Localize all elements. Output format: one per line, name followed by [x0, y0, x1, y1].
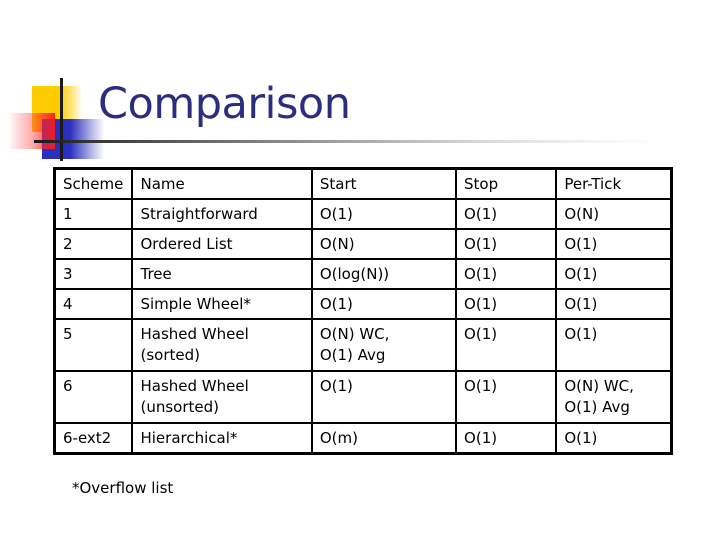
cell-per-tick: O(N)	[555, 198, 673, 230]
cell-start: O(log(N))	[310, 258, 458, 290]
header-per-tick: Per-Tick	[555, 167, 673, 200]
cell-start: O(1)	[310, 198, 458, 230]
cell-per-tick: O(1)	[555, 318, 673, 372]
cell-name: Tree	[131, 258, 313, 290]
cell-name: Ordered List	[131, 228, 313, 260]
table-row: 2 Ordered List O(N) O(1) O(1)	[53, 228, 673, 260]
cell-name: Hashed Wheel (unsorted)	[131, 370, 313, 424]
table-row: 1 Straightforward O(1) O(1) O(N)	[53, 198, 673, 230]
cell-per-tick: O(1)	[555, 258, 673, 290]
cell-name: Simple Wheel*	[131, 288, 313, 320]
cell-start: O(1)	[310, 370, 458, 424]
cell-stop: O(1)	[455, 228, 558, 260]
comparison-table: Scheme Name Start Stop Per-Tick 1 Straig…	[53, 167, 673, 455]
cell-name: Hierarchical*	[131, 422, 313, 455]
logo-vertical-line	[60, 78, 63, 161]
slide-title: Comparison	[98, 79, 351, 129]
cell-stop: O(1)	[455, 318, 558, 372]
table-row: 6 Hashed Wheel (unsorted) O(1) O(1) O(N)…	[53, 370, 673, 424]
cell-start: O(N) WC, O(1) Avg	[310, 318, 458, 372]
table-row: 3 Tree O(log(N)) O(1) O(1)	[53, 258, 673, 290]
cell-start: O(m)	[310, 422, 458, 455]
cell-per-tick: O(1)	[555, 288, 673, 320]
cell-scheme: 1	[53, 198, 134, 230]
cell-start: O(N)	[310, 228, 458, 260]
cell-scheme: 4	[53, 288, 134, 320]
cell-stop: O(1)	[455, 258, 558, 290]
cell-stop: O(1)	[455, 370, 558, 424]
header-scheme: Scheme	[53, 167, 134, 200]
cell-stop: O(1)	[455, 422, 558, 455]
header-stop: Stop	[455, 167, 558, 200]
cell-scheme: 6-ext2	[53, 422, 134, 455]
table-header-row: Scheme Name Start Stop Per-Tick	[53, 167, 673, 200]
cell-name: Hashed Wheel (sorted)	[131, 318, 313, 372]
cell-stop: O(1)	[455, 288, 558, 320]
table-row: 6-ext2 Hierarchical* O(m) O(1) O(1)	[53, 422, 673, 455]
cell-scheme: 6	[53, 370, 134, 424]
cell-scheme: 3	[53, 258, 134, 290]
cell-scheme: 2	[53, 228, 134, 260]
title-underline	[34, 140, 664, 143]
cell-name: Straightforward	[131, 198, 313, 230]
cell-per-tick: O(N) WC, O(1) Avg	[555, 370, 673, 424]
cell-start: O(1)	[310, 288, 458, 320]
table-row: 4 Simple Wheel* O(1) O(1) O(1)	[53, 288, 673, 320]
header-name: Name	[131, 167, 313, 200]
cell-per-tick: O(1)	[555, 228, 673, 260]
cell-stop: O(1)	[455, 198, 558, 230]
cell-scheme: 5	[53, 318, 134, 372]
footnote: *Overflow list	[72, 479, 174, 497]
header-start: Start	[310, 167, 458, 200]
table-row: 5 Hashed Wheel (sorted) O(N) WC, O(1) Av…	[53, 318, 673, 372]
logo-red-square	[10, 113, 55, 149]
cell-per-tick: O(1)	[555, 422, 673, 455]
